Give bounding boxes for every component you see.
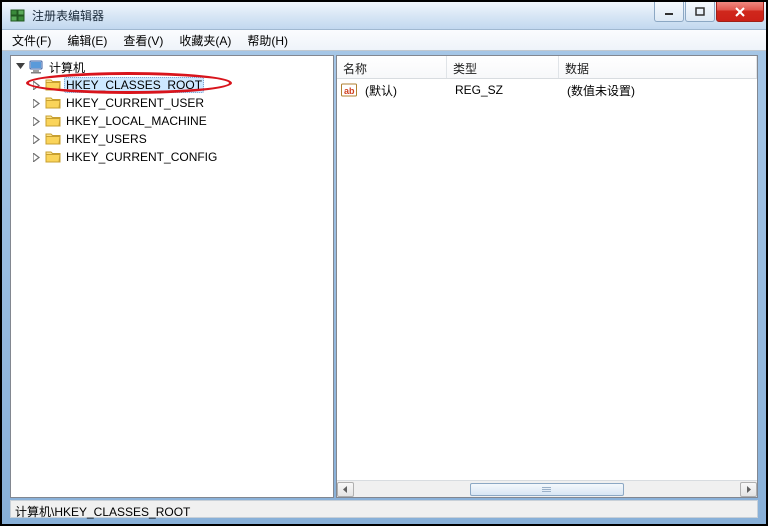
string-value-icon <box>341 82 357 98</box>
app-icon <box>10 8 26 24</box>
menu-favorites[interactable]: 收藏夹(A) <box>171 30 239 51</box>
tree-item[interactable]: HKEY_CLASSES_ROOT <box>13 76 331 94</box>
maximize-button[interactable] <box>685 2 715 22</box>
tree-root[interactable]: 计算机 <box>13 58 331 76</box>
menu-help[interactable]: 帮助(H) <box>239 30 296 51</box>
scroll-right-icon[interactable] <box>740 482 757 497</box>
expand-icon[interactable] <box>30 114 44 128</box>
scroll-track[interactable] <box>354 482 740 497</box>
computer-icon <box>28 59 44 75</box>
expand-icon[interactable] <box>30 96 44 110</box>
col-name[interactable]: 名称 <box>337 56 447 78</box>
tree-item-label[interactable]: HKEY_CLASSES_ROOT <box>64 77 204 93</box>
folder-icon <box>45 131 61 147</box>
folder-icon <box>45 113 61 129</box>
window-controls <box>653 2 764 22</box>
status-bar: 计算机\HKEY_CLASSES_ROOT <box>10 500 758 518</box>
tree-item[interactable]: HKEY_USERS <box>13 130 331 148</box>
tree-root-label[interactable]: 计算机 <box>47 58 87 77</box>
folder-icon <box>45 95 61 111</box>
tree-panel[interactable]: 计算机 HKEY_CLASSES_ROOT HKEY_CURRENT_USER HK… <box>10 55 334 498</box>
menu-bar: 文件(F) 编辑(E) 查看(V) 收藏夹(A) 帮助(H) <box>2 30 766 51</box>
tree-item[interactable]: HKEY_CURRENT_USER <box>13 94 331 112</box>
tree-item-label[interactable]: HKEY_CURRENT_CONFIG <box>64 149 219 165</box>
content-area: 计算机 HKEY_CLASSES_ROOT HKEY_CURRENT_USER HK… <box>10 55 758 498</box>
cell-name: (默认) <box>359 80 449 101</box>
list-row[interactable]: (默认)REG_SZ(数值未设置) <box>337 81 757 99</box>
collapse-icon[interactable] <box>13 60 27 74</box>
window-title: 注册表编辑器 <box>32 7 104 24</box>
list-panel[interactable]: 名称 类型 数据 (默认)REG_SZ(数值未设置) <box>336 55 758 498</box>
tree-item[interactable]: HKEY_LOCAL_MACHINE <box>13 112 331 130</box>
tree-item-label[interactable]: HKEY_LOCAL_MACHINE <box>64 113 209 129</box>
expand-icon[interactable] <box>30 150 44 164</box>
expand-icon[interactable] <box>30 78 44 92</box>
tree-item[interactable]: HKEY_CURRENT_CONFIG <box>13 148 331 166</box>
tree-item-label[interactable]: HKEY_CURRENT_USER <box>64 95 206 111</box>
cell-type: REG_SZ <box>449 81 561 99</box>
close-button[interactable] <box>716 2 764 22</box>
menu-view[interactable]: 查看(V) <box>115 30 171 51</box>
title-bar: 注册表编辑器 <box>2 2 766 30</box>
menu-edit[interactable]: 编辑(E) <box>59 30 115 51</box>
cell-data: (数值未设置) <box>561 80 757 101</box>
list-header: 名称 类型 数据 <box>337 56 757 79</box>
menu-file[interactable]: 文件(F) <box>4 30 59 51</box>
folder-icon <box>45 149 61 165</box>
list-body: (默认)REG_SZ(数值未设置) <box>337 79 757 101</box>
col-data[interactable]: 数据 <box>559 56 757 78</box>
tree-item-label[interactable]: HKEY_USERS <box>64 131 149 147</box>
horizontal-scrollbar[interactable] <box>337 480 757 497</box>
folder-icon <box>45 77 61 93</box>
minimize-button[interactable] <box>654 2 684 22</box>
status-path: 计算机\HKEY_CLASSES_ROOT <box>15 505 190 519</box>
scroll-left-icon[interactable] <box>337 482 354 497</box>
scroll-thumb[interactable] <box>470 483 624 496</box>
col-type[interactable]: 类型 <box>447 56 559 78</box>
expand-icon[interactable] <box>30 132 44 146</box>
